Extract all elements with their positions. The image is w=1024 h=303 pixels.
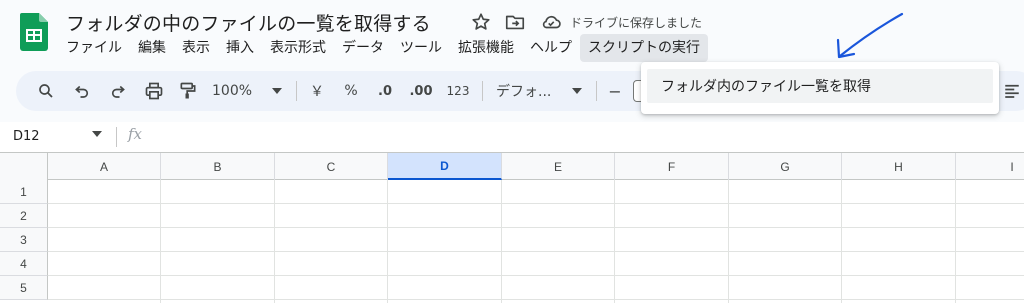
print-icon[interactable]	[142, 71, 166, 111]
name-box-dropdown-icon[interactable]	[92, 131, 102, 137]
menu-data[interactable]: データ	[334, 34, 392, 62]
search-menus-icon[interactable]	[34, 71, 58, 111]
font-dropdown-icon[interactable]	[570, 71, 584, 111]
column-header-d[interactable]: D	[388, 153, 502, 180]
column-header-a[interactable]: A	[48, 153, 161, 180]
column-header-b[interactable]: B	[161, 153, 275, 180]
row-header-3[interactable]: 3	[0, 228, 48, 252]
column-gridline	[387, 180, 388, 303]
column-gridline	[728, 180, 729, 303]
toolbar-divider	[296, 81, 297, 101]
column-header-e[interactable]: E	[502, 153, 615, 180]
menu-view[interactable]: 表示	[174, 34, 218, 62]
run-script-menu: フォルダ内のファイル一覧を取得	[641, 62, 999, 114]
menu-file[interactable]: ファイル	[58, 34, 130, 62]
menu-edit[interactable]: 編集	[130, 34, 174, 62]
row-header-5[interactable]: 5	[0, 276, 48, 300]
increase-decimal-button[interactable]: .00	[406, 71, 436, 111]
undo-icon[interactable]	[70, 71, 94, 111]
align-icon[interactable]	[1000, 71, 1024, 111]
more-formats-button[interactable]: 123	[444, 71, 472, 111]
menu-item-get-file-list[interactable]: フォルダ内のファイル一覧を取得	[647, 69, 993, 103]
select-all-corner[interactable]	[0, 153, 48, 180]
menu-tools[interactable]: ツール	[392, 34, 450, 62]
row-header-1[interactable]: 1	[0, 180, 48, 204]
sheets-logo-icon[interactable]	[20, 13, 48, 51]
row-header-2[interactable]: 2	[0, 204, 48, 228]
row-gridline	[48, 227, 1024, 228]
formula-bar: D12 fx	[0, 122, 1024, 152]
column-gridline	[614, 180, 615, 303]
zoom-value[interactable]: 100%	[212, 71, 258, 111]
column-gridline	[841, 180, 842, 303]
font-family-select[interactable]: デフォ...	[496, 71, 562, 111]
menu-format[interactable]: 表示形式	[262, 34, 334, 62]
row-gridline	[48, 275, 1024, 276]
toolbar-divider	[596, 81, 597, 101]
percent-format-button[interactable]: %	[340, 71, 362, 111]
column-gridline	[274, 180, 275, 303]
annotation-arrow-icon	[836, 12, 904, 59]
column-header-i[interactable]: I	[956, 153, 1024, 180]
save-status: ドライブに保存しました	[570, 16, 703, 30]
row-gridline	[48, 203, 1024, 204]
formula-bar-divider	[116, 127, 117, 147]
decrease-decimal-button[interactable]: .0	[372, 71, 398, 111]
redo-icon[interactable]	[106, 71, 130, 111]
zoom-dropdown-icon[interactable]	[270, 71, 284, 111]
column-gridline	[955, 180, 956, 303]
move-to-folder-icon[interactable]	[504, 11, 526, 33]
name-box[interactable]: D12	[13, 129, 40, 144]
menubar: ファイル 編集 表示 挿入 表示形式 データ ツール 拡張機能 ヘルプ スクリプ…	[58, 34, 708, 62]
cloud-saved-icon[interactable]	[540, 11, 562, 33]
menu-run-script[interactable]: スクリプトの実行	[580, 34, 708, 62]
decrease-font-size-button[interactable]: −	[606, 71, 624, 111]
row-gridline	[48, 251, 1024, 252]
row-gridline	[48, 299, 1024, 300]
column-gridline	[160, 180, 161, 303]
paint-format-icon[interactable]	[176, 71, 200, 111]
document-title[interactable]: フォルダの中のファイルの一覧を取得する	[66, 9, 431, 36]
star-icon[interactable]	[470, 11, 492, 33]
column-header-h[interactable]: H	[842, 153, 956, 180]
currency-format-button[interactable]: ￥	[306, 71, 328, 111]
menu-insert[interactable]: 挿入	[218, 34, 262, 62]
spreadsheet-grid[interactable]: A B C D E F G H I 1 2 3 4 5	[0, 152, 1024, 303]
column-header-c[interactable]: C	[275, 153, 388, 180]
column-gridline	[501, 180, 502, 303]
row-header-4[interactable]: 4	[0, 252, 48, 276]
menu-help[interactable]: ヘルプ	[522, 34, 580, 62]
column-header-g[interactable]: G	[729, 153, 842, 180]
toolbar-divider	[482, 81, 483, 101]
column-header-f[interactable]: F	[615, 153, 729, 180]
column-header-row: A B C D E F G H I	[0, 153, 1024, 180]
menu-extensions[interactable]: 拡張機能	[450, 34, 522, 62]
fx-icon: fx	[128, 125, 143, 143]
